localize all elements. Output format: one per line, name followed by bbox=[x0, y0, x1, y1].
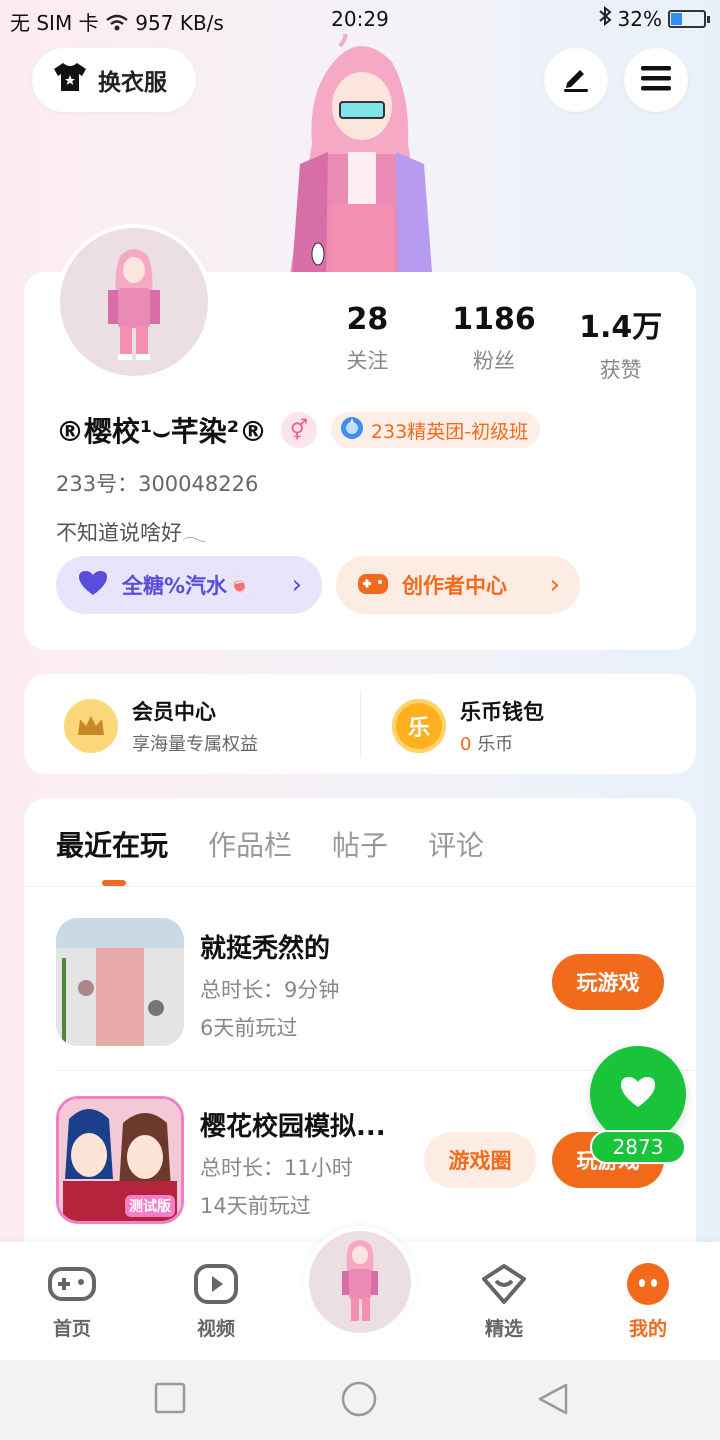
system-nav bbox=[0, 1360, 720, 1440]
divider bbox=[360, 690, 361, 758]
heart-icon bbox=[76, 569, 110, 602]
game-circle-button[interactable]: 游戏圈 bbox=[424, 1132, 536, 1188]
list-item[interactable]: 测试版 樱花校园模拟... 总时长：11小时 14天前玩过 游戏圈 玩游戏 bbox=[56, 1096, 664, 1226]
user-id: 233号：300048226 bbox=[56, 472, 259, 496]
wardrobe-button[interactable]: 换衣服 bbox=[32, 48, 196, 112]
test-version-badge: 测试版 bbox=[125, 1195, 175, 1217]
tab-works[interactable]: 作品栏 bbox=[208, 824, 292, 864]
recent-apps-icon[interactable] bbox=[154, 1382, 186, 1418]
battery-percent: 32% bbox=[617, 6, 662, 31]
tab-posts[interactable]: 帖子 bbox=[332, 824, 388, 864]
candy-pill-label: 全糖%汽水🍬 bbox=[122, 574, 254, 598]
rank-label: 233精英团-初级班 bbox=[370, 420, 529, 443]
game-thumbnail[interactable] bbox=[56, 918, 184, 1046]
status-bar: 无 SIM 卡 957 KB/s 20:29 32% bbox=[0, 0, 720, 38]
coin-icon: 乐 bbox=[392, 699, 446, 753]
member-card: 会员中心 享海量专属权益 乐 乐币钱包 0 乐币 bbox=[24, 674, 696, 774]
nav-avatar[interactable] bbox=[304, 1226, 416, 1338]
divider bbox=[24, 886, 696, 887]
edit-icon bbox=[561, 63, 591, 97]
gamepad-icon bbox=[22, 1260, 122, 1308]
battery-fill bbox=[671, 12, 682, 25]
game-title: 就挺秃然的 bbox=[200, 934, 331, 964]
nav-me[interactable]: 我的 bbox=[598, 1260, 698, 1341]
creator-center-button[interactable]: 创作者中心 › bbox=[336, 556, 580, 614]
game-duration: 总时长：9分钟 bbox=[200, 978, 340, 1002]
profile-tabs: 最近在玩 作品栏 帖子 评论 bbox=[56, 824, 484, 864]
chevron-right-icon: › bbox=[291, 570, 302, 600]
profile-stats: 28 关注 1186 粉丝 1.4万 获赞 bbox=[304, 302, 684, 384]
gender-icon: ⚥ bbox=[280, 412, 317, 448]
avatar-character[interactable] bbox=[270, 30, 450, 274]
vip-subtitle: 享海量专属权益 bbox=[132, 734, 258, 755]
game-last-played: 14天前玩过 bbox=[200, 1194, 311, 1218]
game-title: 樱花校园模拟... bbox=[200, 1112, 386, 1142]
wallet-title: 乐币钱包 bbox=[460, 700, 544, 724]
stat-likes[interactable]: 1.4万 获赞 bbox=[557, 302, 684, 384]
games-card: 最近在玩 作品栏 帖子 评论 就挺秃然的 总时长：9分钟 6天前玩过 玩游戏 测… bbox=[24, 798, 696, 1258]
stat-followers[interactable]: 1186 粉丝 bbox=[431, 302, 558, 384]
game-duration: 总时长：11小时 bbox=[200, 1156, 353, 1180]
user-bio: 不知道说啥好𓂃 bbox=[56, 521, 207, 545]
shirt-icon bbox=[52, 61, 88, 99]
battery-icon bbox=[668, 9, 710, 28]
game-thumbnail[interactable]: 测试版 bbox=[56, 1096, 184, 1224]
wardrobe-label: 换衣服 bbox=[98, 70, 167, 96]
game-last-played: 6天前玩过 bbox=[200, 1016, 298, 1040]
me-icon bbox=[598, 1260, 698, 1308]
creator-center-label: 创作者中心 bbox=[402, 574, 507, 598]
nav-home[interactable]: 首页 bbox=[22, 1260, 122, 1341]
wallet-amount: 0 bbox=[460, 734, 472, 755]
wallet-unit: 乐币 bbox=[477, 734, 514, 755]
edit-button[interactable] bbox=[544, 48, 608, 112]
candy-pill-button[interactable]: 全糖%汽水🍬 › bbox=[56, 556, 322, 614]
crown-icon bbox=[64, 699, 118, 753]
tab-comments[interactable]: 评论 bbox=[428, 824, 484, 864]
like-button[interactable] bbox=[590, 1046, 686, 1142]
nav-video[interactable]: 视频 bbox=[166, 1260, 266, 1341]
heart-box-icon bbox=[454, 1260, 554, 1308]
back-icon[interactable] bbox=[536, 1382, 570, 1420]
video-icon bbox=[166, 1260, 266, 1308]
user-name: ®樱校¹⌣芊染²® bbox=[56, 415, 267, 448]
stat-following[interactable]: 28 关注 bbox=[304, 302, 431, 384]
home-icon[interactable] bbox=[340, 1380, 378, 1422]
menu-button[interactable] bbox=[624, 48, 688, 112]
wallet[interactable]: 乐 乐币钱包 0 乐币 bbox=[392, 696, 544, 756]
tab-recent[interactable]: 最近在玩 bbox=[56, 824, 168, 864]
vip-title: 会员中心 bbox=[132, 700, 216, 724]
vip-center[interactable]: 会员中心 享海量专属权益 bbox=[64, 696, 258, 756]
chevron-right-icon: › bbox=[549, 570, 560, 600]
like-count: 2873 bbox=[590, 1130, 686, 1164]
controller-icon bbox=[356, 569, 390, 602]
heart-icon bbox=[618, 1074, 658, 1114]
rank-badge[interactable]: 233精英团-初级班 bbox=[330, 412, 541, 448]
play-game-button[interactable]: 玩游戏 bbox=[552, 954, 664, 1010]
list-item[interactable]: 就挺秃然的 总时长：9分钟 6天前玩过 玩游戏 bbox=[56, 918, 664, 1048]
menu-icon bbox=[640, 64, 672, 96]
avatar[interactable] bbox=[56, 224, 212, 380]
medal-icon bbox=[339, 415, 365, 446]
bluetooth-icon bbox=[598, 5, 612, 31]
nav-featured[interactable]: 精选 bbox=[454, 1260, 554, 1341]
